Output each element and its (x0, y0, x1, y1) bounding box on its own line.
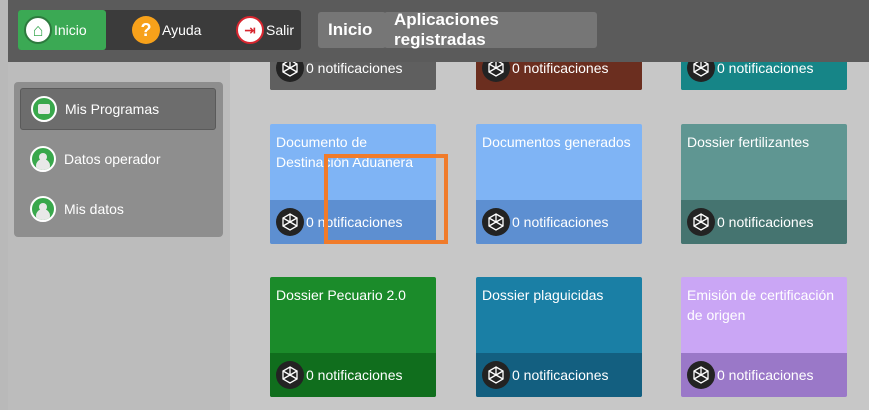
sidebar-item-datos-operador[interactable]: Datos operador (20, 138, 216, 180)
tile-title: Documento de Destinación Aduanera (276, 134, 413, 170)
tile-footer: 0 notificaciones (681, 62, 847, 90)
notification-count: 0 notificaciones (512, 62, 609, 76)
network-icon (482, 62, 510, 82)
app-tile-dossier-fertilizantes[interactable]: Dossier fertilizantes 0 notificaciones (681, 124, 847, 244)
tile-footer: 0 notificaciones (476, 200, 642, 244)
home-icon: ⌂ (24, 16, 52, 44)
home-button-label: Inicio (54, 22, 87, 38)
notification-count: 0 notificaciones (306, 214, 403, 230)
notification-count: 0 notificaciones (717, 214, 814, 230)
help-button[interactable]: ? Ayuda (126, 10, 222, 50)
programs-icon (31, 96, 57, 122)
notification-count: 0 notificaciones (306, 62, 403, 76)
notification-count: 0 notificaciones (717, 367, 814, 383)
tile-footer: 0 notificaciones (476, 353, 642, 397)
tile-title: Documentos generados (482, 134, 631, 150)
top-toolbar: ⌂ Inicio ? Ayuda ⇥ Salir Inicio Aplicaci… (8, 0, 869, 62)
top-button-group: ⌂ Inicio ? Ayuda ⇥ Salir (18, 10, 301, 50)
apps-grid: 0 notificaciones 0 notificaciones 0 noti… (230, 62, 869, 410)
notification-count: 0 notificaciones (717, 62, 814, 76)
app-tile-documento-destinacion[interactable]: Documento de Destinación Aduanera 0 noti… (270, 124, 436, 244)
notification-count: 0 notificaciones (306, 367, 403, 383)
logout-icon: ⇥ (236, 16, 264, 44)
app-tile[interactable]: 0 notificaciones (476, 62, 642, 90)
sidebar-item-label: Mis Programas (65, 101, 160, 117)
sidebar-item-label: Datos operador (64, 151, 161, 167)
breadcrumb-aplicaciones[interactable]: Aplicaciones registradas (384, 10, 597, 49)
network-icon (276, 208, 304, 236)
sidebar-item-label: Mis datos (64, 201, 124, 217)
help-button-label: Ayuda (162, 22, 202, 38)
sidebar: Mis Programas Datos operador Mis datos (14, 82, 223, 237)
tile-footer: 0 notificaciones (270, 200, 436, 244)
app-tile-dossier-pecuario[interactable]: Dossier Pecuario 2.0 0 notificaciones (270, 277, 436, 397)
breadcrumb-inicio[interactable]: Inicio (318, 12, 386, 48)
tile-footer: 0 notificaciones (270, 62, 436, 90)
app-tile[interactable]: 0 notificaciones (270, 62, 436, 90)
exit-button-label: Salir (266, 22, 295, 38)
network-icon (687, 361, 715, 389)
network-icon (687, 62, 715, 82)
tile-title: Emisión de certificación de origen (687, 287, 835, 323)
user-icon (30, 196, 56, 222)
tile-footer: 0 notificaciones (270, 353, 436, 397)
tile-footer: 0 notificaciones (476, 62, 642, 90)
app-tile-emision-certificacion[interactable]: Emisión de certificación de origen 0 not… (681, 277, 847, 397)
sidebar-item-mis-datos[interactable]: Mis datos (20, 188, 216, 230)
network-icon (687, 208, 715, 236)
sidebar-item-mis-programas[interactable]: Mis Programas (20, 88, 216, 130)
notification-count: 0 notificaciones (512, 214, 609, 230)
network-icon (482, 208, 510, 236)
tile-title: Dossier Pecuario 2.0 (276, 287, 406, 303)
exit-button[interactable]: ⇥ Salir (230, 10, 300, 50)
app-tile[interactable]: 0 notificaciones (681, 62, 847, 90)
tile-title: Dossier plaguicidas (482, 287, 604, 303)
app-tile-dossier-plaguicidas[interactable]: Dossier plaguicidas 0 notificaciones (476, 277, 642, 397)
tile-footer: 0 notificaciones (681, 353, 847, 397)
app-tile-documentos-generados[interactable]: Documentos generados 0 notificaciones (476, 124, 642, 244)
network-icon (276, 361, 304, 389)
user-icon (30, 146, 56, 172)
notification-count: 0 notificaciones (512, 367, 609, 383)
network-icon (276, 62, 304, 82)
network-icon (482, 361, 510, 389)
tile-title: Dossier fertilizantes (687, 134, 810, 150)
tile-footer: 0 notificaciones (681, 200, 847, 244)
question-icon: ? (132, 16, 160, 44)
home-button[interactable]: ⌂ Inicio (18, 10, 106, 50)
